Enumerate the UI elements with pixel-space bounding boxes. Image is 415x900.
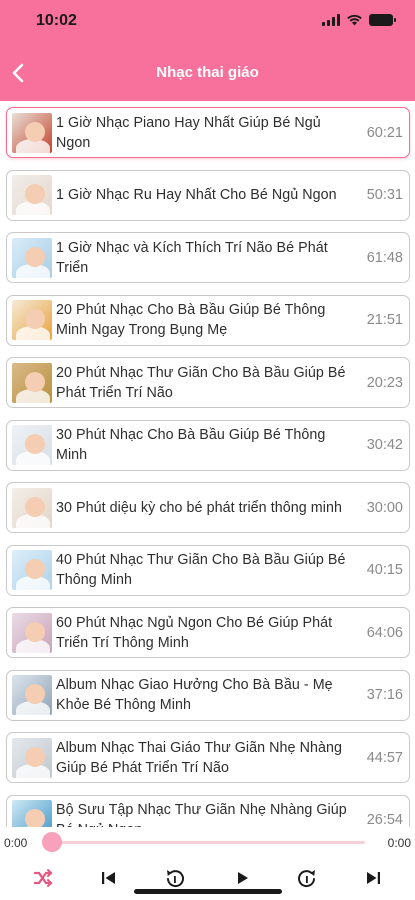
track-item[interactable]: 30 Phút diệu kỳ cho bé phát triển thông … bbox=[6, 482, 410, 533]
track-duration: 60:21 bbox=[366, 124, 403, 141]
forward-icon bbox=[298, 870, 315, 888]
track-duration: 37:16 bbox=[366, 687, 403, 703]
header: 10:02 Nhạc thai giáo bbox=[0, 0, 415, 101]
track-duration: 64:06 bbox=[366, 624, 403, 641]
page-title: Nhạc thai giáo bbox=[156, 64, 259, 81]
track-duration: 30:42 bbox=[366, 437, 403, 453]
track-thumbnail bbox=[12, 425, 52, 465]
current-time: 0:00 bbox=[4, 836, 28, 850]
track-title: 30 Phút diệu kỳ cho bé phát triển thông … bbox=[56, 499, 342, 516]
track-duration: 44:57 bbox=[366, 749, 403, 766]
track-title: 20 Phút Nhạc Thư Giãn Cho Bà Bầu Giúp Bé… bbox=[56, 364, 346, 401]
track-item[interactable]: 1 Giờ Nhạc và Kích Thích Trí Não Bé Phát… bbox=[6, 232, 410, 283]
previous-button[interactable] bbox=[96, 865, 122, 891]
progress-knob[interactable] bbox=[42, 832, 62, 852]
track-item[interactable]: 1 Giờ Nhạc Ru Hay Nhất Cho Bé Ngủ Ngon 50… bbox=[6, 169, 410, 221]
track-title: 40 Phút Nhạc Thư Giãn Cho Bà Bầu Giúp Bé… bbox=[56, 552, 346, 588]
track-title: 20 Phút Nhạc Cho Bà Bầu Giúp Bé Thông Mi… bbox=[56, 302, 326, 338]
status-time: 10:02 bbox=[36, 12, 77, 29]
track-thumbnail bbox=[12, 362, 52, 403]
total-time: 0:00 bbox=[387, 836, 411, 850]
track-title: Album Nhạc Thai Giáo Thư Giãn Nhẹ Nhàng … bbox=[56, 739, 342, 776]
player-bar: 0:00 0:00 bbox=[0, 827, 415, 900]
track-duration: 40:15 bbox=[366, 562, 403, 578]
previous-icon bbox=[102, 872, 115, 884]
track-thumbnail bbox=[12, 237, 52, 278]
track-title: 30 Phút Nhạc Cho Bà Bầu Giúp Bé Thông Mi… bbox=[56, 427, 326, 463]
track-duration: 20:23 bbox=[366, 374, 403, 391]
track-item[interactable]: 30 Phút Nhạc Cho Bà Bầu Giúp Bé Thông Mi… bbox=[6, 419, 410, 471]
track-item[interactable]: 20 Phút Nhạc Thư Giãn Cho Bà Bầu Giúp Bé… bbox=[6, 357, 410, 408]
play-icon bbox=[238, 872, 248, 884]
track-thumbnail bbox=[12, 612, 52, 653]
track-title: Album Nhạc Giao Hưởng Cho Bà Bầu - Mẹ Kh… bbox=[56, 677, 333, 713]
status-icons bbox=[322, 14, 396, 26]
track-title: 1 Giờ Nhạc Ru Hay Nhất Cho Bé Ngủ Ngon bbox=[56, 187, 337, 203]
track-thumbnail bbox=[12, 112, 52, 153]
track-title: 60 Phút Nhạc Ngủ Ngon Cho Bé Giúp Phát T… bbox=[56, 614, 333, 651]
track-title: 1 Giờ Nhạc Piano Hay Nhất Giúp Bé Ngủ Ng… bbox=[56, 114, 321, 151]
track-item[interactable]: 60 Phút Nhạc Ngủ Ngon Cho Bé Giúp Phát T… bbox=[6, 607, 410, 658]
status-bar: 10:02 bbox=[0, 0, 415, 44]
track-duration: 26:54 bbox=[366, 812, 403, 828]
rewind-icon bbox=[167, 870, 184, 888]
track-thumbnail bbox=[12, 300, 52, 340]
shuffle-icon bbox=[33, 869, 53, 887]
track-title: 1 Giờ Nhạc và Kích Thích Trí Não Bé Phát… bbox=[56, 239, 328, 276]
track-item[interactable]: Album Nhạc Thai Giáo Thư Giãn Nhẹ Nhàng … bbox=[6, 732, 410, 783]
track-thumbnail bbox=[12, 487, 52, 528]
track-item[interactable]: 20 Phút Nhạc Cho Bà Bầu Giúp Bé Thông Mi… bbox=[6, 294, 410, 346]
shuffle-button[interactable] bbox=[30, 865, 56, 891]
home-indicator bbox=[134, 889, 282, 894]
track-duration: 50:31 bbox=[366, 187, 403, 203]
track-thumbnail bbox=[12, 175, 52, 215]
progress-track[interactable] bbox=[50, 841, 365, 844]
signal-icon bbox=[322, 14, 340, 26]
track-duration: 30:00 bbox=[366, 499, 403, 516]
track-item[interactable]: Album Nhạc Giao Hưởng Cho Bà Bầu - Mẹ Kh… bbox=[6, 669, 410, 721]
track-list[interactable]: 1 Giờ Nhạc Piano Hay Nhất Giúp Bé Ngủ Ng… bbox=[0, 101, 415, 835]
track-thumbnail bbox=[12, 550, 52, 590]
battery-icon bbox=[369, 14, 396, 26]
track-duration: 21:51 bbox=[366, 312, 403, 328]
track-thumbnail bbox=[12, 675, 52, 715]
player-controls bbox=[0, 861, 415, 891]
track-thumbnail bbox=[12, 737, 52, 778]
track-item[interactable]: 40 Phút Nhạc Thư Giãn Cho Bà Bầu Giúp Bé… bbox=[6, 544, 410, 596]
track-duration: 61:48 bbox=[366, 249, 403, 266]
play-button[interactable] bbox=[229, 865, 255, 891]
forward-button[interactable] bbox=[294, 865, 320, 891]
track-item[interactable]: 1 Giờ Nhạc Piano Hay Nhất Giúp Bé Ngủ Ng… bbox=[6, 107, 410, 158]
next-button[interactable] bbox=[360, 865, 386, 891]
rewind-button[interactable] bbox=[162, 865, 188, 891]
next-icon bbox=[367, 872, 380, 884]
nav-bar: Nhạc thai giáo bbox=[0, 50, 415, 96]
wifi-icon bbox=[347, 14, 362, 26]
